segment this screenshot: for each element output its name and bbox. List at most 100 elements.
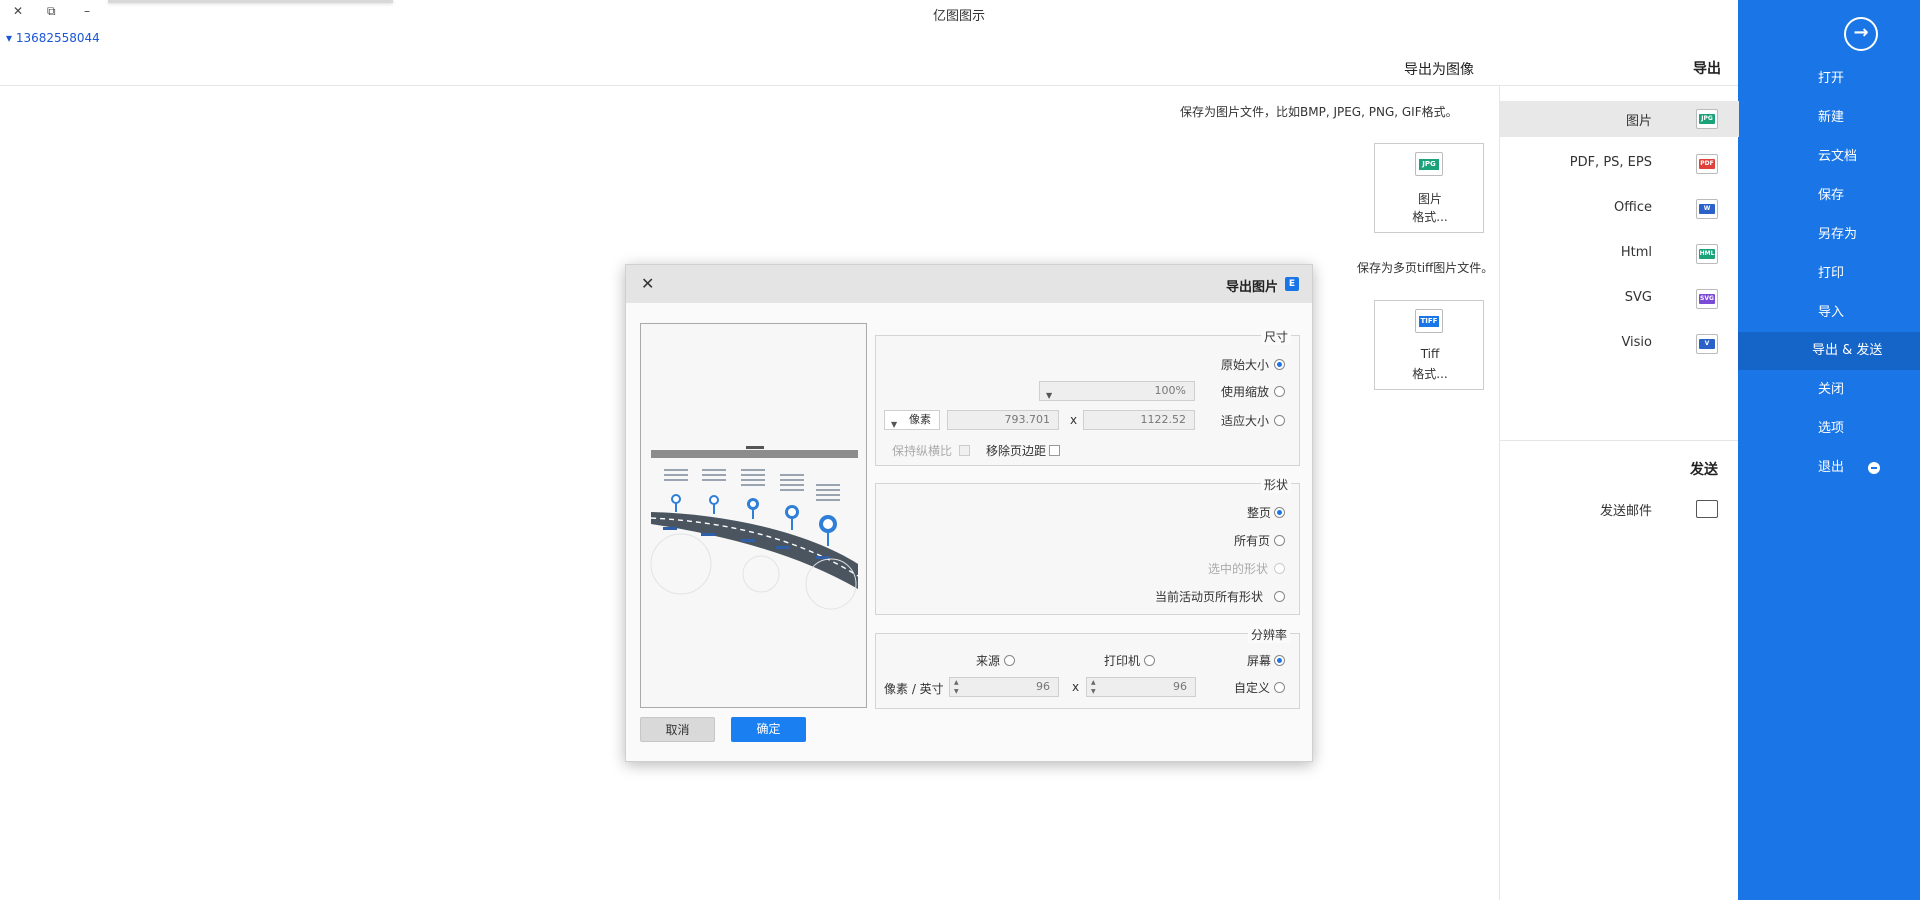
sidebar-item-options[interactable]: 选项 [1738, 410, 1920, 448]
title-bar: ✕ ⧉ – 亿图图示 ▾ 13682558044 导出为图像 [0, 0, 1738, 86]
app-logo-icon: E [1285, 277, 1299, 291]
shape-group-label: 形状 [1261, 476, 1292, 493]
selected-shapes-label: 选中的形状 [1208, 562, 1269, 576]
custom-label: 自定义 [1234, 681, 1271, 695]
cancel-button[interactable]: 取消 [640, 717, 715, 742]
card-title: 图片 [1417, 192, 1442, 206]
sidebar-item-label: 新建 [1818, 110, 1845, 125]
popup-shadow [108, 0, 393, 3]
sidebar-item-label: 打印 [1818, 266, 1845, 281]
source-radio[interactable] [1004, 655, 1015, 666]
printer-radio[interactable] [1144, 655, 1155, 666]
use-zoom-label: 使用缩放 [1221, 385, 1270, 399]
sidebar-item-label: 关闭 [1818, 382, 1845, 397]
sidebar-item-save-as[interactable]: 另存为 [1738, 216, 1920, 254]
remove-margin-checkbox[interactable] [1049, 445, 1060, 456]
dpi-y-input[interactable]: ▲ ▼ 96 [949, 677, 1059, 697]
resolution-group-label: 分辨率 [1248, 626, 1291, 643]
printer-label: 打印机 [1104, 654, 1141, 668]
sidebar-item-print[interactable]: 打印 [1738, 255, 1920, 293]
spinner-icon[interactable]: ▲ ▼ [1091, 678, 1096, 696]
export-item-label: SVG [1624, 290, 1652, 305]
custom-radio[interactable] [1274, 682, 1285, 693]
all-pages-label: 所有页 [1234, 534, 1271, 548]
zoom-select[interactable]: ▼ 100% [1039, 381, 1195, 401]
sidebar-item-new[interactable]: 新建 [1738, 99, 1920, 137]
current-page-shapes-radio[interactable] [1274, 591, 1285, 602]
screen-label: 屏幕 [1247, 654, 1272, 668]
tiff-file-icon: TIFF [1415, 309, 1443, 333]
exit-icon [1868, 462, 1880, 474]
jpg-file-icon: JPG [1415, 152, 1443, 176]
sidebar-item-save[interactable]: 保存 [1738, 177, 1920, 215]
export-item-image[interactable]: 图片 JPG [1500, 101, 1739, 137]
chevron-down-icon: ▼ [1046, 391, 1053, 400]
keep-ratio-label: 保持纵横比 [892, 444, 953, 458]
spinner-icon[interactable]: ▲ ▼ [954, 678, 959, 696]
export-item-html[interactable]: Html HML [1500, 236, 1739, 272]
dpi-x-input[interactable]: ▲ ▼ 96 [1086, 677, 1196, 697]
export-image-dialog: ✕ 导出图片 E 尺寸 原始大小 使用缩放 ▼ 100% 适应大小 1122.5… [625, 264, 1313, 762]
tiff-format-card[interactable]: TIFF Tiff 格式... [1374, 300, 1484, 390]
unit-select[interactable]: ▼ 像素 [884, 410, 940, 430]
export-item-label: Visio [1621, 335, 1652, 350]
close-window-icon[interactable]: ✕ [13, 4, 23, 18]
sidebar-item-label: 退出 [1818, 460, 1845, 475]
send-item-email[interactable]: 发送邮件 [1500, 491, 1739, 527]
original-size-radio[interactable] [1274, 359, 1285, 370]
size-group-label: 尺寸 [1261, 328, 1292, 345]
restore-window-icon[interactable]: ⧉ [47, 4, 56, 19]
height-input[interactable]: 793.701 [947, 410, 1059, 430]
export-item-label: 图片 [1625, 114, 1652, 129]
export-item-label: Html [1620, 245, 1652, 260]
selected-shapes-radio[interactable] [1274, 563, 1285, 574]
export-item-label: Office [1614, 200, 1652, 215]
file-menu-sidebar: → 打开 新建 云文档 保存 另存为 打印 导入 导出 & 发送 关闭 选项 退… [1738, 0, 1920, 900]
use-zoom-radio[interactable] [1274, 386, 1285, 397]
panel-divider [1499, 440, 1738, 441]
screen-radio[interactable] [1274, 655, 1285, 666]
visio-file-icon: V [1696, 334, 1718, 354]
account-menu[interactable]: ▾ 13682558044 [6, 31, 100, 45]
sidebar-item-cloud[interactable]: 云文档 [1738, 138, 1920, 176]
ok-button[interactable]: 确定 [731, 717, 806, 742]
sidebar-item-import[interactable]: 导入 [1738, 294, 1920, 332]
sidebar-item-label: 云文档 [1818, 149, 1858, 164]
sidebar-item-label: 另存为 [1818, 227, 1858, 242]
shape-group: 形状 整页 所有页 选中的形状 当前活动页所有形状 [875, 476, 1300, 615]
times-label: x [1070, 413, 1078, 427]
sidebar-item-close[interactable]: 关闭 [1738, 371, 1920, 409]
export-item-pdf[interactable]: PDF, PS, EPS PDF [1500, 146, 1739, 182]
export-item-office[interactable]: Office W [1500, 191, 1739, 227]
card-title: Tiff [1420, 347, 1440, 361]
dialog-header: ✕ 导出图片 E [626, 265, 1312, 303]
fit-size-radio[interactable] [1274, 415, 1285, 426]
export-item-visio[interactable]: Visio V [1500, 326, 1739, 362]
keep-ratio-checkbox[interactable] [959, 445, 970, 456]
sidebar-item-export-send[interactable]: 导出 & 发送 [1738, 332, 1920, 370]
image-format-card[interactable]: JPG 图片 格式... [1374, 143, 1484, 233]
export-preview [640, 323, 867, 708]
whole-page-label: 整页 [1247, 506, 1272, 520]
sidebar-item-label: 打开 [1818, 71, 1845, 86]
image-format-description: 保存为图片文件，比如BMP, JPEG, PNG, GIF格式。 [1180, 105, 1458, 119]
close-icon[interactable]: ✕ [641, 274, 654, 293]
card-subtitle: 格式... [1412, 367, 1448, 381]
resolution-group: 分辨率 屏幕 打印机 来源 自定义 ▲ ▼ 96 x ▲ ▼ 96 像素 / 英寸 [875, 626, 1300, 709]
width-input[interactable]: 1122.52 [1083, 410, 1195, 430]
export-item-label: PDF, PS, EPS [1569, 155, 1652, 170]
whole-page-radio[interactable] [1274, 507, 1285, 518]
dpi-unit-label: 像素 / 英寸 [884, 682, 944, 696]
minimize-window-icon[interactable]: – [84, 4, 90, 18]
sidebar-item-exit[interactable]: 退出 [1738, 449, 1920, 487]
word-file-icon: W [1696, 199, 1718, 219]
back-arrow-icon[interactable]: → [1844, 17, 1878, 51]
sidebar-item-open[interactable]: 打开 [1738, 60, 1920, 98]
mail-icon [1696, 500, 1718, 518]
send-heading: 发送 [1690, 462, 1718, 478]
send-item-label: 发送邮件 [1599, 504, 1652, 519]
jpg-file-icon: JPG [1696, 109, 1718, 129]
export-item-svg[interactable]: SVG SVG [1500, 281, 1739, 317]
all-pages-radio[interactable] [1274, 535, 1285, 546]
fit-size-label: 适应大小 [1221, 414, 1270, 428]
